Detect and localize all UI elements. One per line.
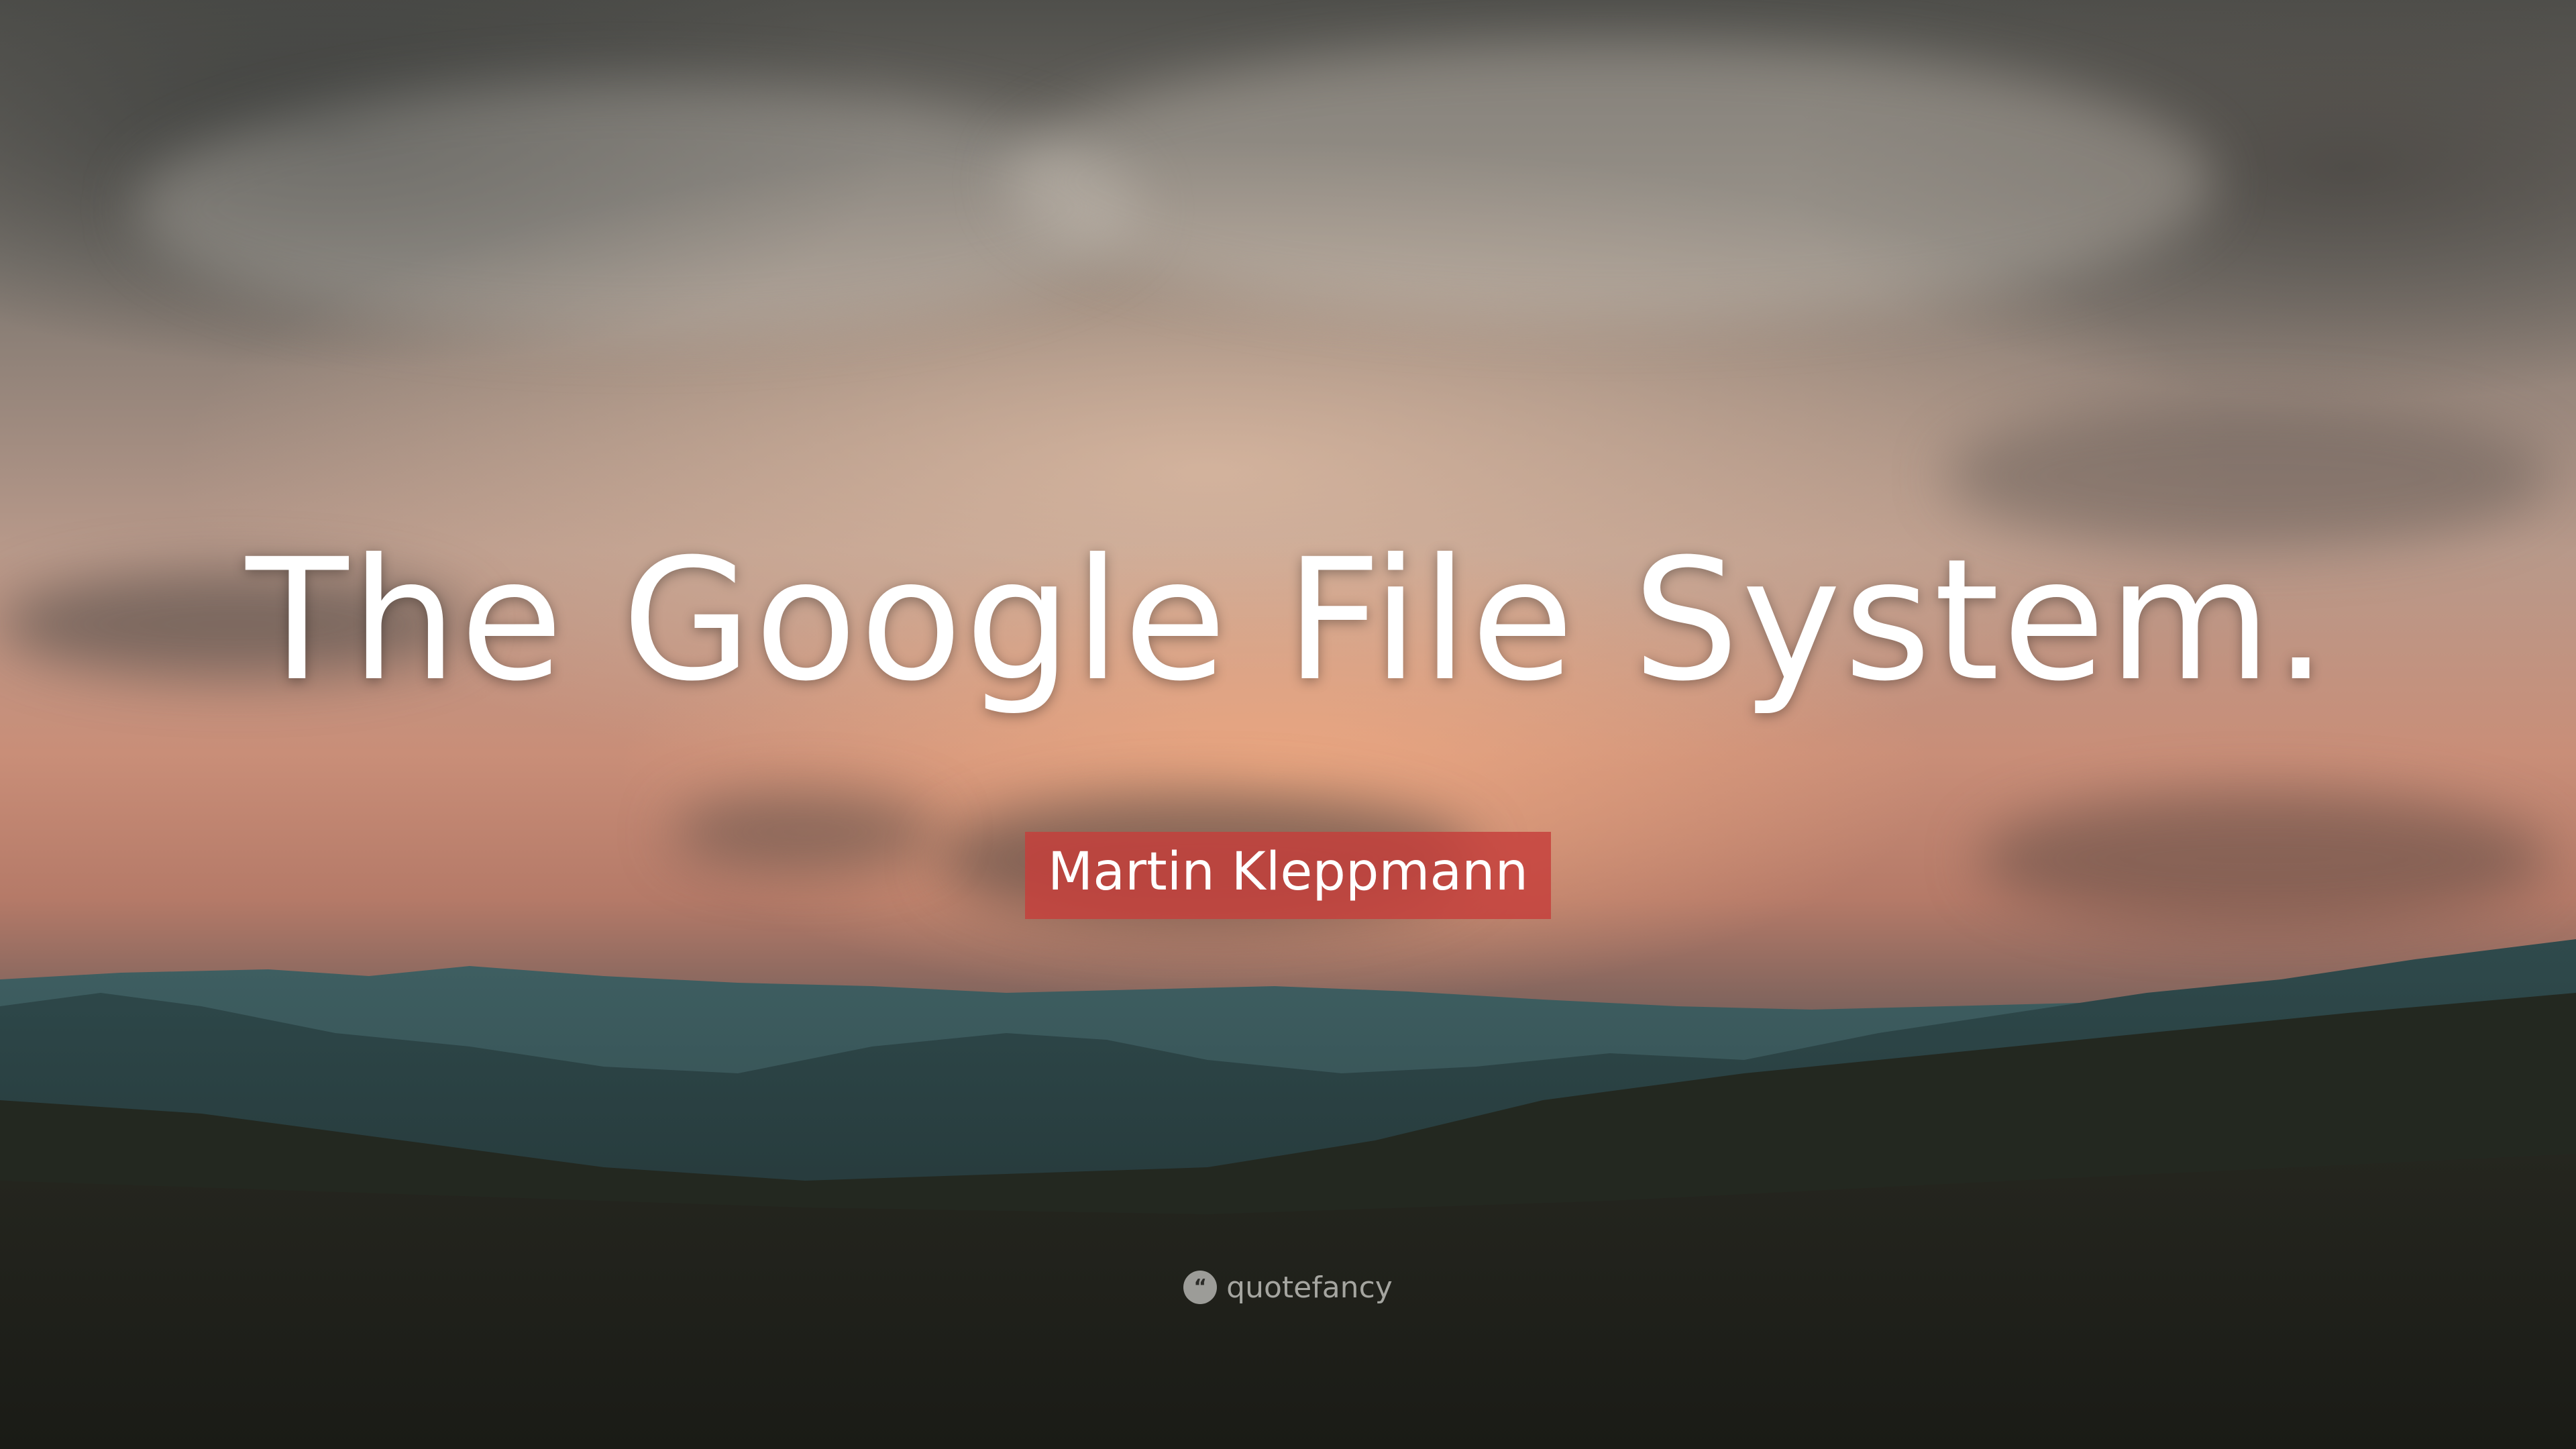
quote-wallpaper: The Google File System. Martin Kleppmann… [0, 0, 2576, 1449]
mountain-range [0, 939, 2576, 1449]
brand-watermark: “ quotefancy [0, 1267, 2576, 1305]
author-container: Martin Kleppmann [0, 832, 2576, 919]
quote-text: The Google File System. [246, 523, 2330, 718]
brand-logo: “ quotefancy [1183, 1271, 1393, 1305]
quote-marks-icon: “ [1183, 1271, 1218, 1304]
brand-name: quotefancy [1226, 1270, 1393, 1305]
author-badge: Martin Kleppmann [1024, 832, 1552, 919]
